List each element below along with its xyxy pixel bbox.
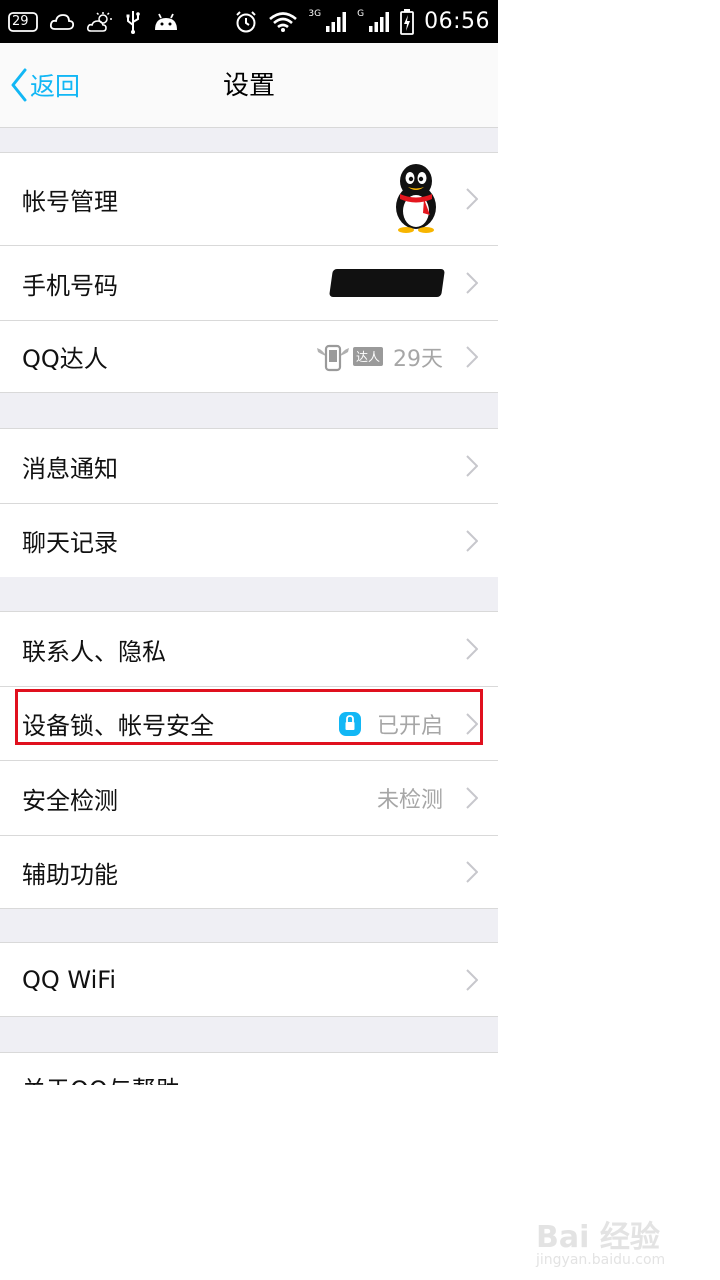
row-phone-number[interactable]: 手机号码 bbox=[0, 246, 498, 320]
row-label: 安全检测 bbox=[22, 786, 118, 815]
android-debug-icon bbox=[154, 13, 177, 30]
watermark-main: Bai 经验 bbox=[536, 1220, 660, 1255]
row-accessibility[interactable]: 辅助功能 bbox=[0, 836, 498, 908]
chevron-right-icon bbox=[466, 272, 478, 294]
security-check-status: 未检测 bbox=[376, 788, 443, 813]
baidu-jingyan-watermark: Bai 经验 jingyan.baidu.com bbox=[528, 1210, 678, 1270]
row-label: 辅助功能 bbox=[22, 860, 118, 889]
clock-time: 06:56 bbox=[424, 9, 490, 34]
row-label: 手机号码 bbox=[22, 271, 118, 300]
row-label: QQ WiFi bbox=[22, 965, 117, 994]
row-label: 联系人、隐私 bbox=[22, 637, 166, 666]
signal-g-icon bbox=[369, 11, 390, 32]
settings-screen: 29 3G G 06:56 返回 设置 帐号管理 手机号码 QQ达人 达人 29… bbox=[0, 0, 498, 1085]
watermark-sub: jingyan.baidu.com bbox=[536, 1252, 666, 1268]
row-account-management[interactable]: 帐号管理 bbox=[0, 153, 498, 245]
row-device-lock-security[interactable]: 设备锁、帐号安全 已开启 bbox=[0, 687, 498, 760]
chevron-right-icon bbox=[466, 188, 478, 210]
alarm-icon bbox=[236, 10, 257, 32]
row-label: 关于QQ与帮助 bbox=[22, 1050, 180, 1086]
row-contacts-privacy[interactable]: 联系人、隐私 bbox=[0, 612, 498, 686]
daren-badge-text: 达人 bbox=[352, 347, 383, 366]
row-qq-daren[interactable]: QQ达人 达人 29天 bbox=[0, 321, 498, 392]
partly-cloudy-icon bbox=[86, 11, 112, 32]
network-3g-label: 3G bbox=[308, 8, 322, 19]
signal-3g-icon bbox=[326, 11, 347, 32]
network-g-label: G bbox=[357, 8, 365, 19]
row-chat-history[interactable]: 聊天记录 bbox=[0, 504, 498, 577]
chevron-right-icon bbox=[466, 638, 478, 660]
divider bbox=[0, 908, 498, 909]
battery-charging-icon bbox=[400, 8, 414, 35]
qq-penguin-avatar bbox=[390, 161, 442, 237]
row-message-notification[interactable]: 消息通知 bbox=[0, 429, 498, 503]
redacted-phone-number bbox=[329, 269, 445, 297]
chevron-right-icon bbox=[466, 345, 478, 368]
daren-badge: 达人 bbox=[315, 342, 383, 372]
navigation-bar: 返回 设置 bbox=[0, 43, 498, 128]
cloud-icon bbox=[49, 13, 74, 30]
temperature-text: 29 bbox=[12, 14, 29, 29]
row-label: 聊天记录 bbox=[22, 529, 118, 557]
row-label: 设备锁、帐号安全 bbox=[22, 712, 214, 740]
divider bbox=[0, 1016, 498, 1017]
chevron-right-icon bbox=[466, 787, 478, 809]
chevron-right-icon bbox=[466, 712, 478, 735]
chevron-right-icon bbox=[466, 861, 478, 883]
row-qq-wifi[interactable]: QQ WiFi bbox=[0, 943, 498, 1016]
row-label: 帐号管理 bbox=[22, 187, 118, 216]
usb-icon bbox=[126, 10, 140, 34]
row-security-check[interactable]: 安全检测 未检测 bbox=[0, 761, 498, 835]
lock-icon bbox=[338, 711, 361, 736]
device-lock-status: 已开启 bbox=[376, 713, 443, 739]
chevron-right-icon bbox=[466, 529, 478, 552]
daren-days-value: 29天 bbox=[393, 346, 443, 372]
wifi-icon bbox=[269, 11, 298, 32]
row-about-help[interactable]: 关于QQ与帮助 bbox=[0, 1053, 498, 1085]
chevron-right-icon bbox=[466, 455, 478, 477]
status-bar: 29 3G G 06:56 bbox=[0, 0, 498, 43]
winged-phone-icon bbox=[316, 344, 349, 371]
divider bbox=[0, 392, 498, 393]
chevron-right-icon bbox=[466, 968, 478, 991]
row-label: 消息通知 bbox=[22, 454, 118, 483]
row-label: QQ达人 bbox=[22, 345, 108, 373]
page-title: 设置 bbox=[222, 71, 275, 101]
